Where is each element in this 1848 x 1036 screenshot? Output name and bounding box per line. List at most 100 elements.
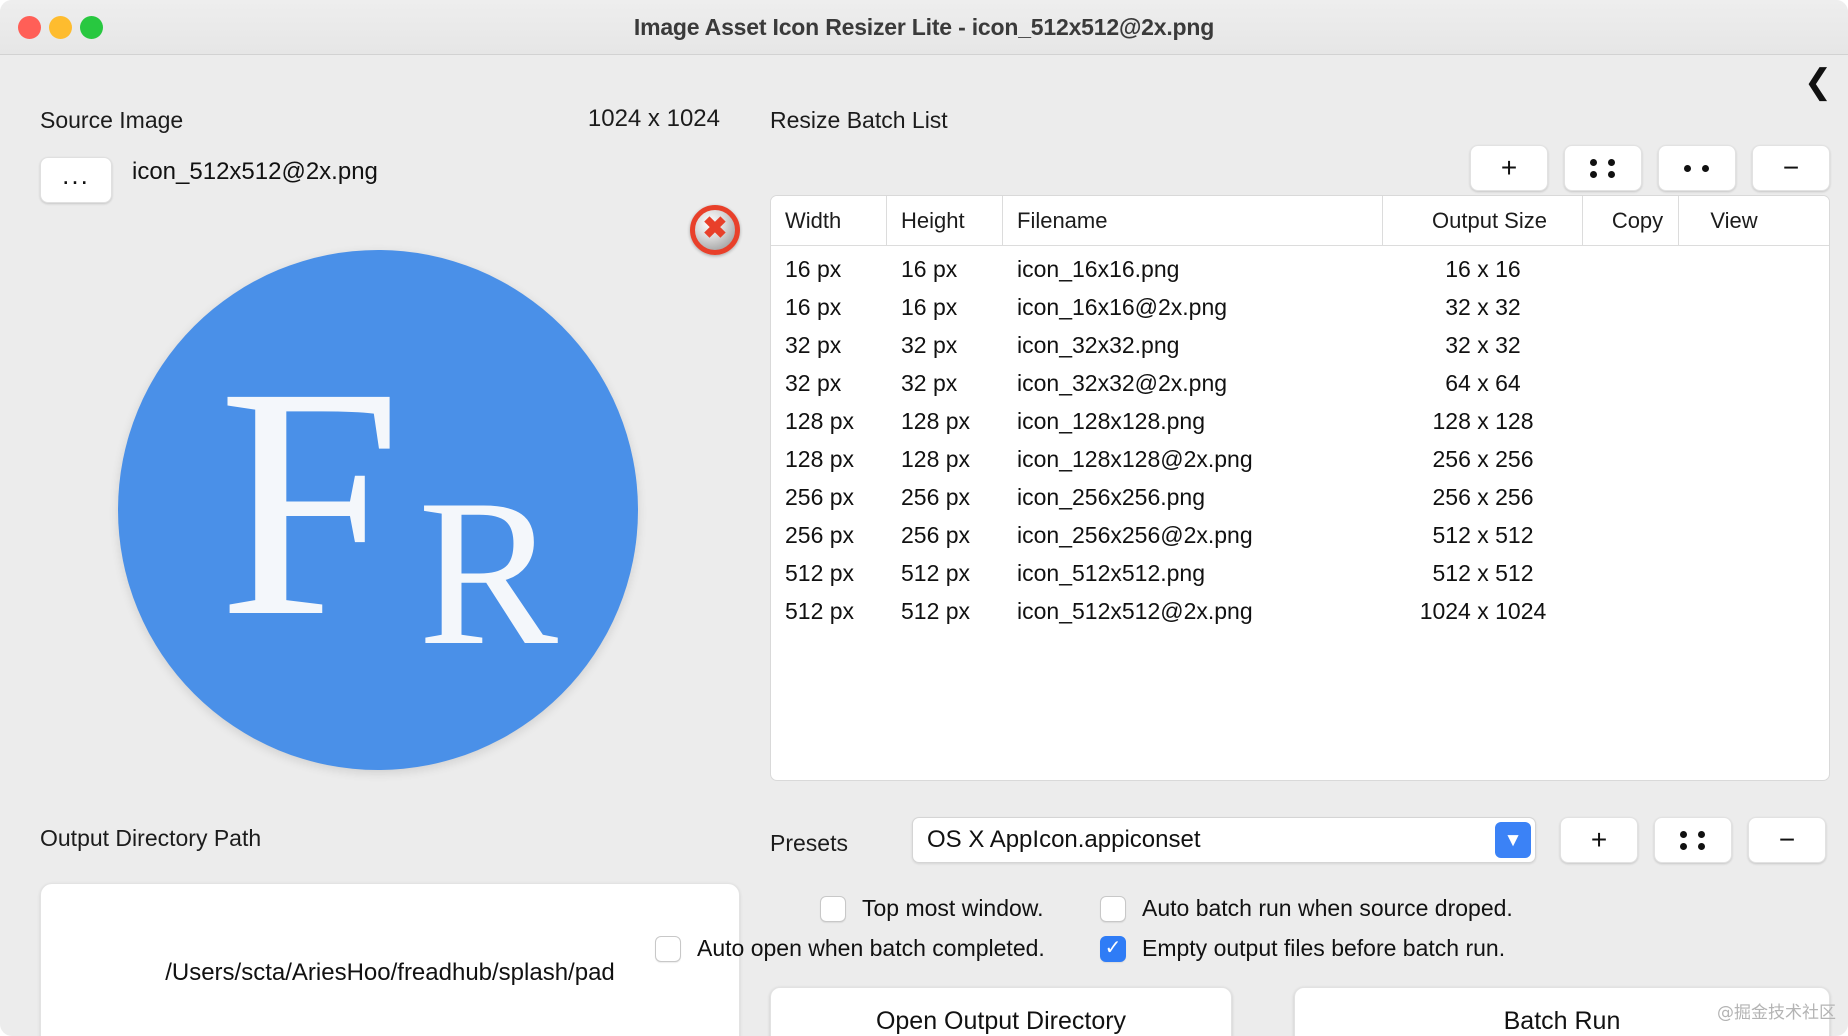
app-icon-preview: F R: [118, 250, 638, 770]
remove-preset-button[interactable]: −: [1748, 817, 1826, 863]
cell-filename: icon_256x256.png: [1003, 484, 1383, 511]
table-body: 16 px16 pxicon_16x16.png16 x 1616 px16 p…: [771, 246, 1829, 630]
x-circle-icon[interactable]: ✖: [690, 205, 740, 255]
cell-filename: icon_16x16@2x.png: [1003, 294, 1383, 321]
browse-source-button[interactable]: ...: [40, 157, 112, 203]
cell-output-size: 128 x 128: [1383, 408, 1583, 435]
cell-height: 16 px: [887, 294, 1003, 321]
icon-letter-secondary: R: [418, 468, 558, 678]
presets-selected-value: OS X AppIcon.appiconset: [913, 826, 1201, 854]
title-bar: Image Asset Icon Resizer Lite - icon_512…: [0, 0, 1848, 55]
table-row[interactable]: 512 px512 pxicon_512x512@2x.png1024 x 10…: [771, 592, 1829, 630]
minus-icon: −: [1779, 824, 1795, 856]
cell-output-size: 32 x 32: [1383, 294, 1583, 321]
cell-output-size: 16 x 16: [1383, 256, 1583, 283]
cell-width: 512 px: [771, 560, 887, 587]
cell-height: 128 px: [887, 408, 1003, 435]
cell-height: 32 px: [887, 332, 1003, 359]
add-preset-button[interactable]: +: [1560, 817, 1638, 863]
column-header-copy[interactable]: Copy: [1583, 196, 1679, 245]
cell-height: 32 px: [887, 370, 1003, 397]
cell-width: 256 px: [771, 522, 887, 549]
cell-height: 256 px: [887, 522, 1003, 549]
cell-height: 16 px: [887, 256, 1003, 283]
duplicate-row-button[interactable]: [1564, 145, 1642, 191]
cell-width: 16 px: [771, 294, 887, 321]
cell-output-size: 64 x 64: [1383, 370, 1583, 397]
plus-icon: +: [1501, 152, 1517, 184]
table-row[interactable]: 512 px512 pxicon_512x512.png512 x 512: [771, 554, 1829, 592]
clear-source-glyph: ✖: [702, 214, 727, 244]
checkbox-box[interactable]: [655, 936, 681, 962]
cell-width: 256 px: [771, 484, 887, 511]
output-directory-label: Output Directory Path: [40, 825, 261, 852]
batch-list-table[interactable]: Width Height Filename Output Size Copy V…: [770, 195, 1830, 781]
table-row[interactable]: 16 px16 pxicon_16x16@2x.png32 x 32: [771, 288, 1829, 326]
cell-width: 32 px: [771, 370, 887, 397]
source-dimensions: 1024 x 1024: [560, 105, 720, 133]
cell-width: 32 px: [771, 332, 887, 359]
source-preview: F R: [118, 250, 638, 770]
cell-filename: icon_512x512.png: [1003, 560, 1383, 587]
add-row-button[interactable]: +: [1470, 145, 1548, 191]
column-header-height[interactable]: Height: [887, 196, 1003, 245]
cell-output-size: 512 x 512: [1383, 522, 1583, 549]
checkbox-box[interactable]: [820, 896, 846, 922]
output-directory-path: /Users/scta/AriesHoo/freadhub/splash/pad: [165, 959, 615, 987]
checkbox-label: Auto batch run when source droped.: [1142, 895, 1513, 922]
column-header-view[interactable]: View: [1679, 196, 1775, 245]
table-row[interactable]: 16 px16 pxicon_16x16.png16 x 16: [771, 250, 1829, 288]
two-dots-icon: [1684, 165, 1711, 172]
source-image-label: Source Image: [40, 107, 183, 134]
column-header-output-size[interactable]: Output Size: [1383, 196, 1583, 245]
cell-output-size: 256 x 256: [1383, 484, 1583, 511]
four-dots-icon: [1590, 159, 1617, 178]
duplicate-preset-button[interactable]: [1654, 817, 1732, 863]
checkbox-label: Empty output files before batch run.: [1142, 935, 1505, 962]
batch-list-label: Resize Batch List: [770, 107, 948, 134]
table-row[interactable]: 256 px256 pxicon_256x256@2x.png512 x 512: [771, 516, 1829, 554]
cell-width: 128 px: [771, 408, 887, 435]
table-row[interactable]: 128 px128 pxicon_128x128@2x.png256 x 256: [771, 440, 1829, 478]
checkbox-auto-batch-when-dropped[interactable]: Auto batch run when source droped.: [1100, 895, 1513, 922]
cell-width: 128 px: [771, 446, 887, 473]
checkbox-label: Auto open when batch completed.: [697, 935, 1045, 962]
minus-icon: −: [1783, 152, 1799, 184]
cell-output-size: 32 x 32: [1383, 332, 1583, 359]
table-row[interactable]: 32 px32 pxicon_32x32.png32 x 32: [771, 326, 1829, 364]
table-row[interactable]: 128 px128 pxicon_128x128.png128 x 128: [771, 402, 1829, 440]
checkbox-box[interactable]: [1100, 896, 1126, 922]
table-header-row: Width Height Filename Output Size Copy V…: [771, 196, 1829, 246]
cell-height: 128 px: [887, 446, 1003, 473]
pair-row-button[interactable]: [1658, 145, 1736, 191]
cell-filename: icon_128x128.png: [1003, 408, 1383, 435]
cell-filename: icon_128x128@2x.png: [1003, 446, 1383, 473]
table-row[interactable]: 256 px256 pxicon_256x256.png256 x 256: [771, 478, 1829, 516]
checkbox-box[interactable]: ✓: [1100, 936, 1126, 962]
presets-dropdown[interactable]: OS X AppIcon.appiconset ▼: [912, 817, 1536, 863]
chevron-down-icon[interactable]: ▼: [1495, 822, 1531, 858]
table-row[interactable]: 32 px32 pxicon_32x32@2x.png64 x 64: [771, 364, 1829, 402]
remove-row-button[interactable]: −: [1752, 145, 1830, 191]
watermark: @掘金技术社区: [1717, 998, 1836, 1023]
window-title: Image Asset Icon Resizer Lite - icon_512…: [0, 0, 1848, 55]
batch-list-toolbar: + −: [1470, 145, 1830, 191]
cell-filename: icon_16x16.png: [1003, 256, 1383, 283]
checkbox-empty-output-before-run[interactable]: ✓ Empty output files before batch run.: [1100, 935, 1505, 962]
checkbox-label: Top most window.: [862, 895, 1044, 922]
four-dots-icon: [1680, 831, 1707, 850]
cell-output-size: 1024 x 1024: [1383, 598, 1583, 625]
presets-toolbar: + −: [1560, 817, 1826, 863]
check-icon: ✓: [1105, 938, 1122, 958]
checkbox-top-most-window[interactable]: Top most window.: [820, 895, 1044, 922]
batch-panel: Resize Batch List + − Width He: [760, 55, 1848, 1036]
cell-output-size: 256 x 256: [1383, 446, 1583, 473]
checkbox-auto-open-when-completed[interactable]: Auto open when batch completed.: [655, 935, 1045, 962]
source-panel: Source Image 1024 x 1024 ... icon_512x51…: [0, 55, 760, 1036]
open-output-directory-button[interactable]: Open Output Directory: [770, 987, 1232, 1036]
cell-width: 512 px: [771, 598, 887, 625]
column-header-filename[interactable]: Filename: [1003, 196, 1383, 245]
output-directory-field[interactable]: /Users/scta/AriesHoo/freadhub/splash/pad: [40, 883, 740, 1036]
column-header-width[interactable]: Width: [771, 196, 887, 245]
cell-height: 512 px: [887, 598, 1003, 625]
